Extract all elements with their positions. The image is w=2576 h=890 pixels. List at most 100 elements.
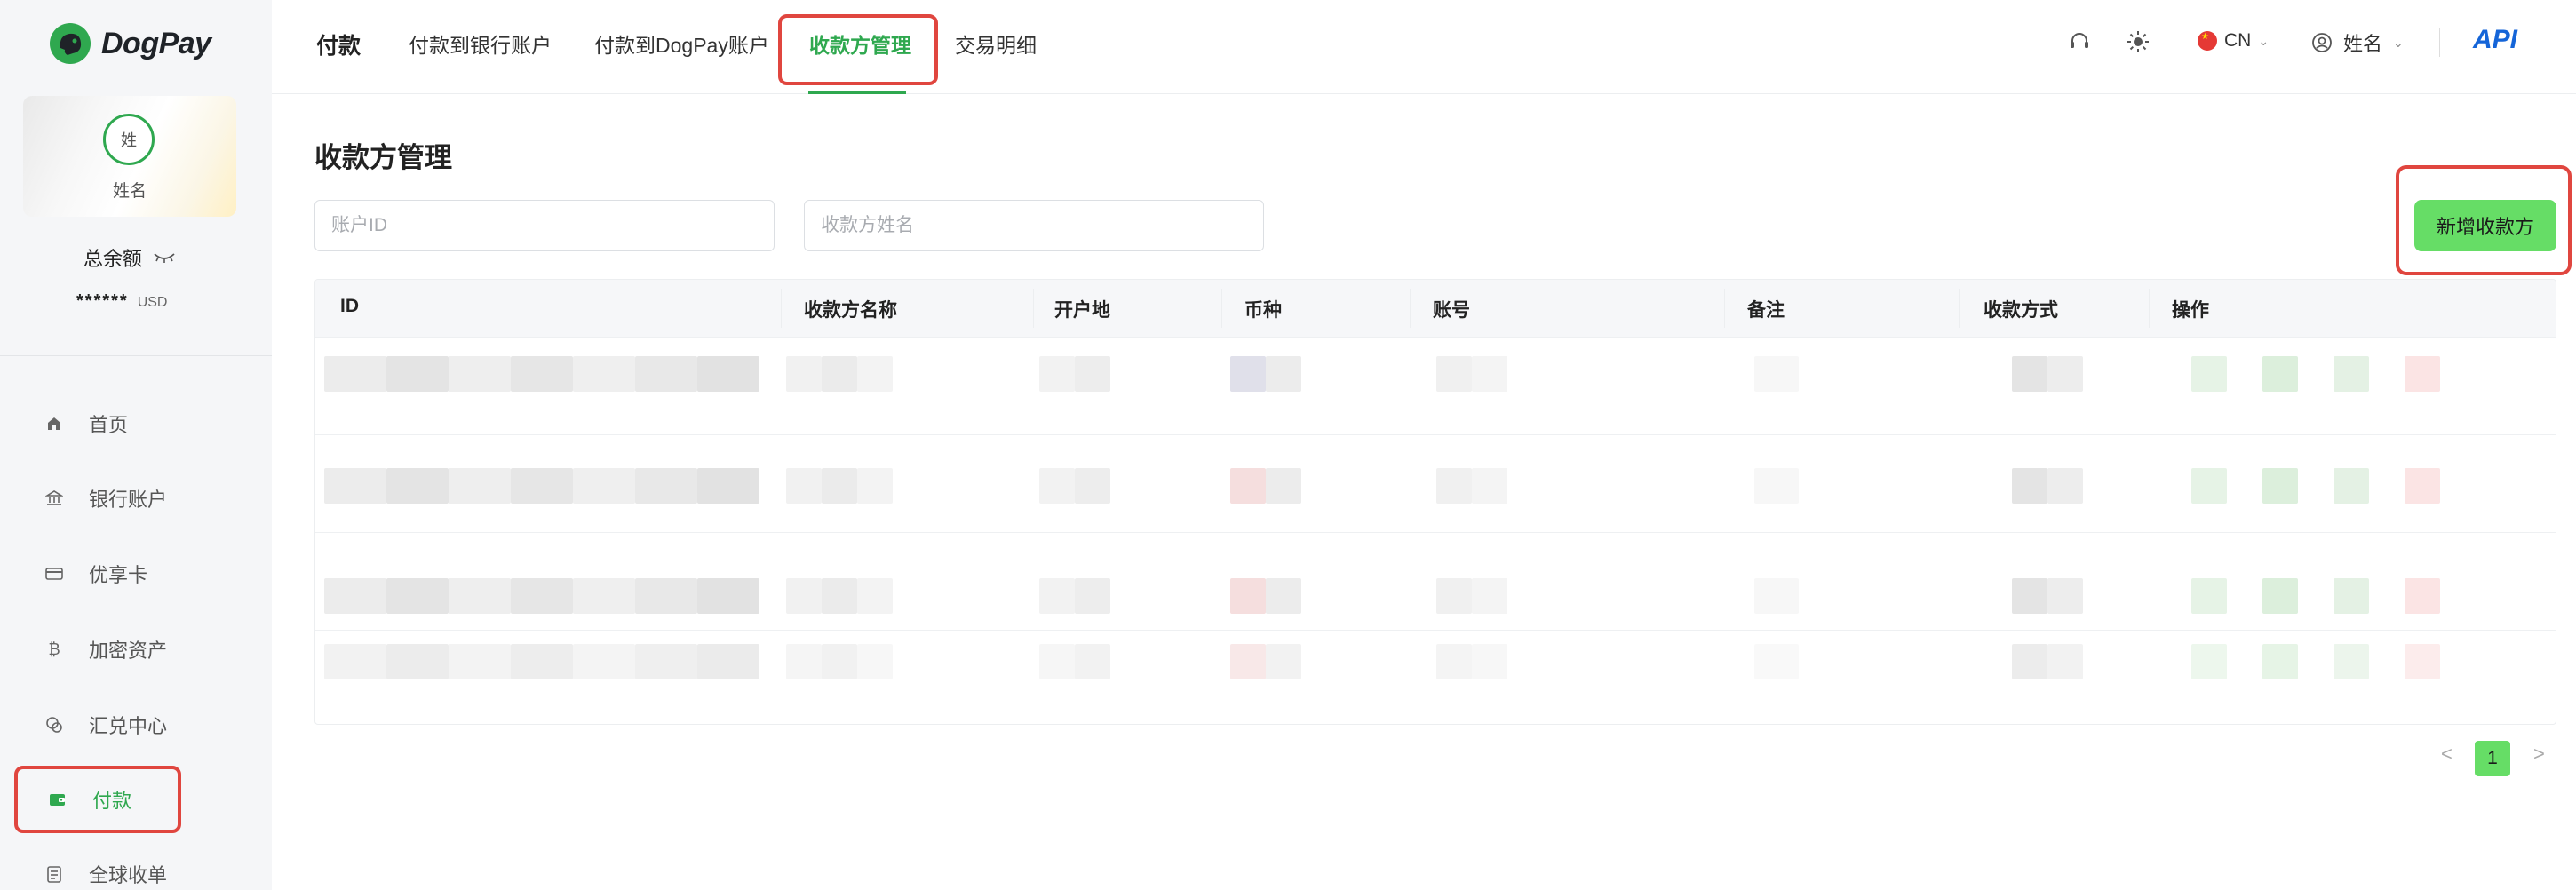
redacted-cell-block: [697, 578, 759, 614]
redacted-cell-block: [786, 356, 822, 392]
redacted-cell-block: [1436, 644, 1472, 679]
column-header-bank-location: 开户地: [1054, 300, 1110, 321]
tab-pay-to-bank[interactable]: 付款到银行账户: [409, 28, 552, 59]
next-page-button[interactable]: >: [2533, 743, 2545, 766]
redacted-cell-block: [2191, 468, 2227, 504]
column-divider: [1724, 289, 1725, 328]
redacted-cell-block: [1075, 644, 1110, 679]
balance-row: ****** USD: [76, 291, 167, 312]
redacted-cell-block: [1039, 578, 1075, 614]
redacted-cell-block: [1230, 356, 1266, 392]
sidebar-item-global-acquiring[interactable]: 全球收单: [14, 840, 181, 890]
redacted-cell-block: [1754, 356, 1799, 392]
balance-label: 总余额: [83, 248, 143, 270]
theme-sun-icon[interactable]: [2127, 30, 2150, 53]
redacted-cell-block: [511, 468, 573, 504]
user-menu[interactable]: 姓名 ⌄: [2311, 28, 2404, 57]
redacted-cell-block: [635, 468, 697, 504]
column-divider: [2149, 289, 2150, 328]
sidebar-item-payment[interactable]: 付款: [14, 766, 181, 833]
page-title: 收款方管理: [314, 142, 452, 173]
prev-page-button[interactable]: <: [2441, 743, 2453, 766]
redacted-cell-block: [786, 644, 822, 679]
receipt-icon: [44, 864, 64, 884]
redacted-cell-block: [822, 356, 857, 392]
payee-name-input[interactable]: [804, 200, 1264, 251]
logo[interactable]: DogPay: [48, 21, 211, 66]
api-link[interactable]: API: [2473, 25, 2517, 55]
redacted-cell-block: [697, 644, 759, 679]
avatar[interactable]: 姓: [103, 114, 155, 165]
redacted-cell-block: [511, 578, 573, 614]
redacted-cell-block: [2047, 644, 2083, 679]
exchange-icon: [44, 715, 64, 735]
redacted-cell-block: [2405, 644, 2440, 679]
redacted-cell-block: [2262, 468, 2298, 504]
redacted-cell-block: [1266, 578, 1301, 614]
language-selector[interactable]: CN ⌄: [2198, 30, 2269, 52]
redacted-cell-block: [324, 644, 386, 679]
redacted-cell-block: [822, 578, 857, 614]
redacted-cell-block: [1266, 356, 1301, 392]
add-payee-button[interactable]: 新增收款方: [2414, 200, 2556, 251]
sidebar-item-crypto[interactable]: ₿ 加密资产: [14, 616, 181, 683]
account-id-input[interactable]: [314, 200, 775, 251]
tab-pay-to-dogpay[interactable]: 付款到DogPay账户: [594, 28, 769, 59]
redacted-cell-block: [2262, 356, 2298, 392]
page-number-current[interactable]: 1: [2475, 741, 2510, 776]
redacted-cell-block: [449, 468, 511, 504]
column-header-payee-name: 收款方名称: [804, 300, 897, 321]
redacted-cell-block: [1266, 644, 1301, 679]
profile-card[interactable]: 姓 姓名: [23, 96, 236, 217]
column-divider: [1410, 289, 1411, 328]
tab-transactions[interactable]: 交易明细: [955, 28, 1037, 59]
dogpay-logo-icon: [50, 23, 91, 64]
sidebar-item-label: 银行账户: [89, 489, 168, 511]
column-divider: [781, 289, 782, 328]
redacted-cell-block: [386, 644, 449, 679]
redacted-cell-block: [1075, 578, 1110, 614]
redacted-cell-block: [2012, 644, 2047, 679]
chevron-down-icon: ⌄: [2393, 35, 2404, 50]
sidebar-divider: [0, 355, 272, 356]
column-divider: [1221, 289, 1222, 328]
redacted-cell-block: [1436, 468, 1472, 504]
redacted-cell-block: [1754, 644, 1799, 679]
redacted-cell-block: [1472, 468, 1507, 504]
redacted-cell-block: [2047, 356, 2083, 392]
redacted-cell-block: [1754, 468, 1799, 504]
redacted-cell-block: [386, 356, 449, 392]
sidebar-item-card[interactable]: 优享卡: [14, 540, 181, 608]
sidebar-item-home[interactable]: 首页: [14, 390, 181, 457]
redacted-cell-block: [786, 578, 822, 614]
language-label: CN: [2224, 30, 2252, 51]
column-header-account-number: 账号: [1433, 300, 1470, 321]
headset-icon[interactable]: [2068, 30, 2091, 53]
redacted-cell-block: [2047, 578, 2083, 614]
redacted-cell-block: [822, 644, 857, 679]
cn-flag-icon: [2198, 31, 2217, 51]
redacted-cell-block: [2405, 356, 2440, 392]
sidebar-item-bank-account[interactable]: 银行账户: [14, 465, 181, 532]
redacted-cell-block: [786, 468, 822, 504]
redacted-cell-block: [573, 356, 635, 392]
redacted-cell-block: [573, 578, 635, 614]
redacted-cell-block: [857, 468, 893, 504]
redacted-cell-block: [2191, 356, 2227, 392]
balance-unit: USD: [137, 295, 168, 310]
sidebar-item-label: 付款: [92, 790, 132, 812]
column-divider: [1033, 289, 1034, 328]
redacted-cell-block: [1075, 468, 1110, 504]
redacted-cell-block: [1230, 578, 1266, 614]
redacted-cell-block: [1230, 644, 1266, 679]
sidebar-item-label: 全球收单: [89, 864, 168, 886]
redacted-cell-block: [857, 644, 893, 679]
redacted-cell-block: [1472, 578, 1507, 614]
redacted-cell-block: [324, 468, 386, 504]
redacted-cell-block: [1039, 468, 1075, 504]
redacted-cell-block: [1754, 578, 1799, 614]
home-icon: [44, 414, 64, 433]
sidebar-item-exchange[interactable]: 汇兑中心: [14, 691, 181, 759]
eye-closed-icon[interactable]: [153, 251, 176, 264]
redacted-cell-block: [2191, 578, 2227, 614]
